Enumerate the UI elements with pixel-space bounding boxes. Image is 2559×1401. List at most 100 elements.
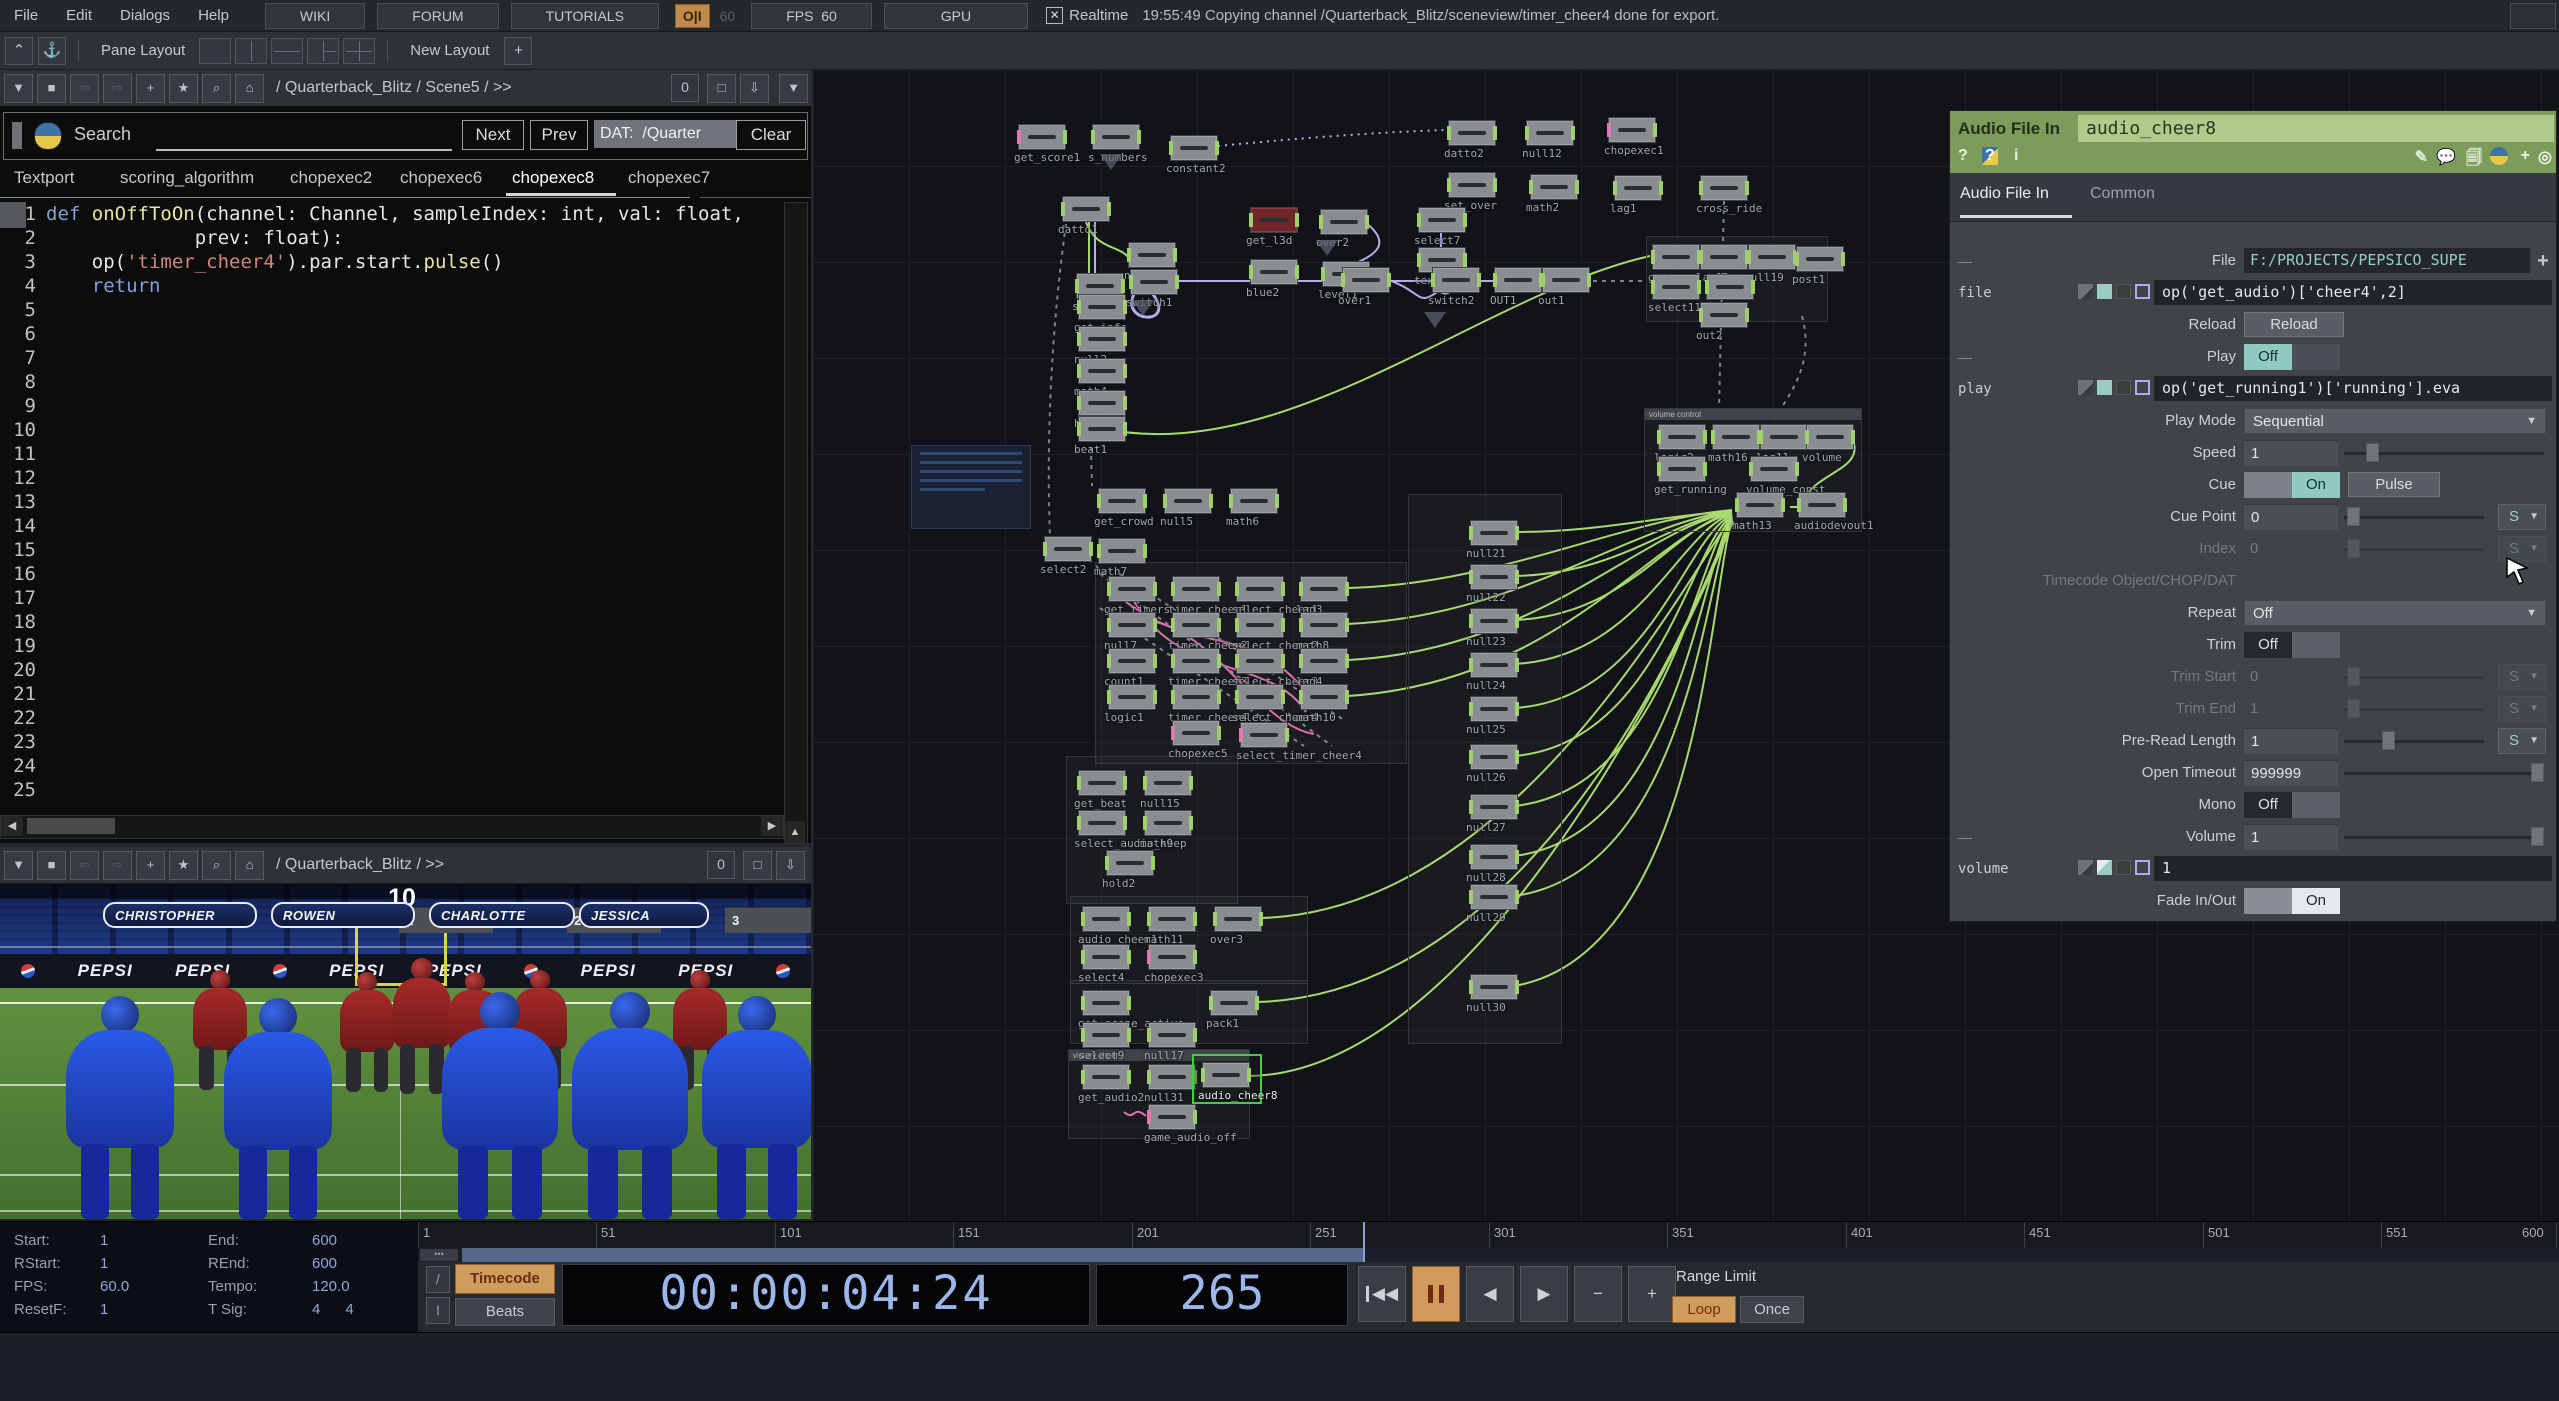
- help-icon[interactable]: ?: [1958, 147, 1968, 165]
- node-audio_cheer8[interactable]: [1202, 1062, 1250, 1088]
- node-select_cheer2[interactable]: [1236, 612, 1284, 638]
- dat-path-field[interactable]: DAT: /Quarter: [594, 120, 736, 148]
- flag-expression[interactable]: [2097, 860, 2112, 875]
- node-select11[interactable]: [1652, 274, 1700, 300]
- node-null31[interactable]: [1148, 1064, 1196, 1090]
- node-over3[interactable]: [1214, 906, 1262, 932]
- pane-stop-icon[interactable]: ■: [37, 851, 66, 880]
- node-volume_const[interactable]: [1750, 456, 1798, 482]
- file-browse-icon[interactable]: +: [2534, 249, 2552, 273]
- scene-viewport[interactable]: PEPSIPEPSIPEPSIPEPSIPEPSIPEPSI 10 CHRIST…: [0, 884, 811, 1219]
- info-value[interactable]: 4 4: [312, 1301, 354, 1318]
- node-null21[interactable]: [1470, 520, 1518, 546]
- param-slider-handle[interactable]: [2347, 507, 2360, 526]
- node-constant2[interactable]: [1170, 135, 1218, 161]
- node-null5[interactable]: [1164, 488, 1212, 514]
- back-icon[interactable]: ⇦: [70, 74, 99, 103]
- node-datto1[interactable]: [1062, 196, 1110, 222]
- node-select_audio_keep[interactable]: [1078, 810, 1126, 836]
- param-value-field[interactable]: 1: [2244, 440, 2338, 466]
- param-button-reload[interactable]: Reload: [2244, 312, 2344, 337]
- beats-mode-button[interactable]: Beats: [455, 1298, 555, 1326]
- node-get_running[interactable]: [1658, 456, 1706, 482]
- param-dropdown[interactable]: Sequential▼: [2244, 408, 2546, 434]
- param-slider-handle[interactable]: [2531, 763, 2544, 782]
- param-unit-dropdown[interactable]: S▼: [2498, 504, 2546, 530]
- scroll-thumb[interactable]: [27, 818, 115, 834]
- param-unit-dropdown[interactable]: S▼: [2498, 664, 2546, 690]
- gpu-button[interactable]: GPU: [884, 3, 1028, 29]
- node-out2[interactable]: [1700, 302, 1748, 328]
- node-cross_ride[interactable]: [1700, 175, 1748, 201]
- node-null3[interactable]: [1078, 326, 1126, 352]
- node-math9[interactable]: [1144, 810, 1192, 836]
- node-null27[interactable]: [1470, 794, 1518, 820]
- splitter-menu-icon[interactable]: ▼: [779, 74, 808, 103]
- pane-menu-icon[interactable]: ▼: [4, 851, 33, 880]
- param-slider-handle[interactable]: [2347, 667, 2360, 686]
- timeline-progress[interactable]: •••: [418, 1248, 2559, 1262]
- node-math6[interactable]: [1230, 488, 1278, 514]
- collapse-icon[interactable]: ⌃: [5, 37, 33, 65]
- flag-bind[interactable]: [2135, 860, 2150, 875]
- node-audio_cheer1[interactable]: [1082, 906, 1130, 932]
- param-slider-handle[interactable]: [2366, 443, 2379, 462]
- param-expression-field[interactable]: op('get_running1')['running'].eva: [2154, 376, 2552, 401]
- info-value[interactable]: 120.0: [312, 1278, 350, 1295]
- info-icon[interactable]: i: [2014, 147, 2018, 165]
- anchor-icon[interactable]: ⚓: [38, 37, 66, 65]
- scroll-left-icon[interactable]: ◀: [1, 816, 23, 836]
- node-math4[interactable]: [1078, 358, 1126, 384]
- tab-chopexec8[interactable]: chopexec8: [512, 168, 594, 188]
- flag-export[interactable]: [2116, 860, 2131, 875]
- param-slider-track[interactable]: [2344, 836, 2544, 839]
- param-value-field[interactable]: 1: [2244, 824, 2338, 850]
- node-timer_cheer4[interactable]: [1172, 684, 1220, 710]
- target-icon[interactable]: ◎: [2538, 147, 2552, 167]
- node-beat1[interactable]: [1078, 416, 1126, 442]
- drop-icon[interactable]: ⇩: [776, 851, 805, 880]
- oi-toggle[interactable]: O|I: [675, 4, 710, 28]
- tab-scoring_algorithm[interactable]: scoring_algorithm: [120, 168, 254, 188]
- param-slider-handle[interactable]: [2347, 699, 2360, 718]
- range-grip[interactable]: •••: [420, 1249, 458, 1261]
- increment-button[interactable]: +: [1628, 1266, 1676, 1322]
- node-volume[interactable]: [1806, 424, 1854, 450]
- depth-indicator[interactable]: 0: [671, 74, 699, 102]
- flag-language[interactable]: [2078, 380, 2093, 395]
- operator-name-field[interactable]: audio_cheer8: [2078, 115, 2554, 142]
- node-s_numbers[interactable]: [1092, 124, 1140, 150]
- search-icon[interactable]: ⌕: [202, 851, 231, 880]
- param-dropdown[interactable]: Off▼: [2244, 600, 2546, 626]
- flag-export[interactable]: [2116, 284, 2131, 299]
- node-switch2[interactable]: [1432, 267, 1480, 293]
- comment-icon[interactable]: 💬: [2436, 147, 2456, 167]
- realtime-checkbox[interactable]: ✕: [1046, 7, 1063, 24]
- maximize-icon[interactable]: □: [707, 74, 736, 103]
- search-input[interactable]: [156, 149, 452, 151]
- node-OUT1[interactable]: [1494, 267, 1542, 293]
- forward-icon[interactable]: ⇨: [103, 74, 132, 103]
- decrement-button[interactable]: −: [1574, 1266, 1622, 1322]
- node-get_crowd[interactable]: [1098, 488, 1146, 514]
- forward-icon[interactable]: ⇨: [103, 851, 132, 880]
- node-set_over[interactable]: [1448, 172, 1496, 198]
- node-select2[interactable]: [1044, 536, 1092, 562]
- layout-preset-three[interactable]: [307, 38, 339, 64]
- param-slider-track[interactable]: [2344, 740, 2484, 743]
- step-forward-button[interactable]: ▶: [1520, 1266, 1568, 1322]
- node-null15[interactable]: [1144, 770, 1192, 796]
- node-timer_cheer1[interactable]: [1172, 576, 1220, 602]
- search-icon[interactable]: ⌕: [202, 74, 231, 103]
- node-math14[interactable]: [1706, 274, 1754, 300]
- tab-chopexec6[interactable]: chopexec6: [400, 168, 482, 188]
- param-value-field[interactable]: 1: [2244, 728, 2338, 754]
- info-value[interactable]: 600: [312, 1232, 337, 1249]
- search-next-button[interactable]: Next: [462, 120, 524, 150]
- node-over1[interactable]: [1342, 267, 1390, 293]
- node-get_scene_active[interactable]: [1082, 990, 1130, 1016]
- once-button[interactable]: Once: [1740, 1296, 1804, 1323]
- param-expression-field[interactable]: 1: [2154, 856, 2552, 881]
- node-get_score1[interactable]: [1018, 124, 1066, 150]
- bookmark-icon[interactable]: ★: [169, 851, 198, 880]
